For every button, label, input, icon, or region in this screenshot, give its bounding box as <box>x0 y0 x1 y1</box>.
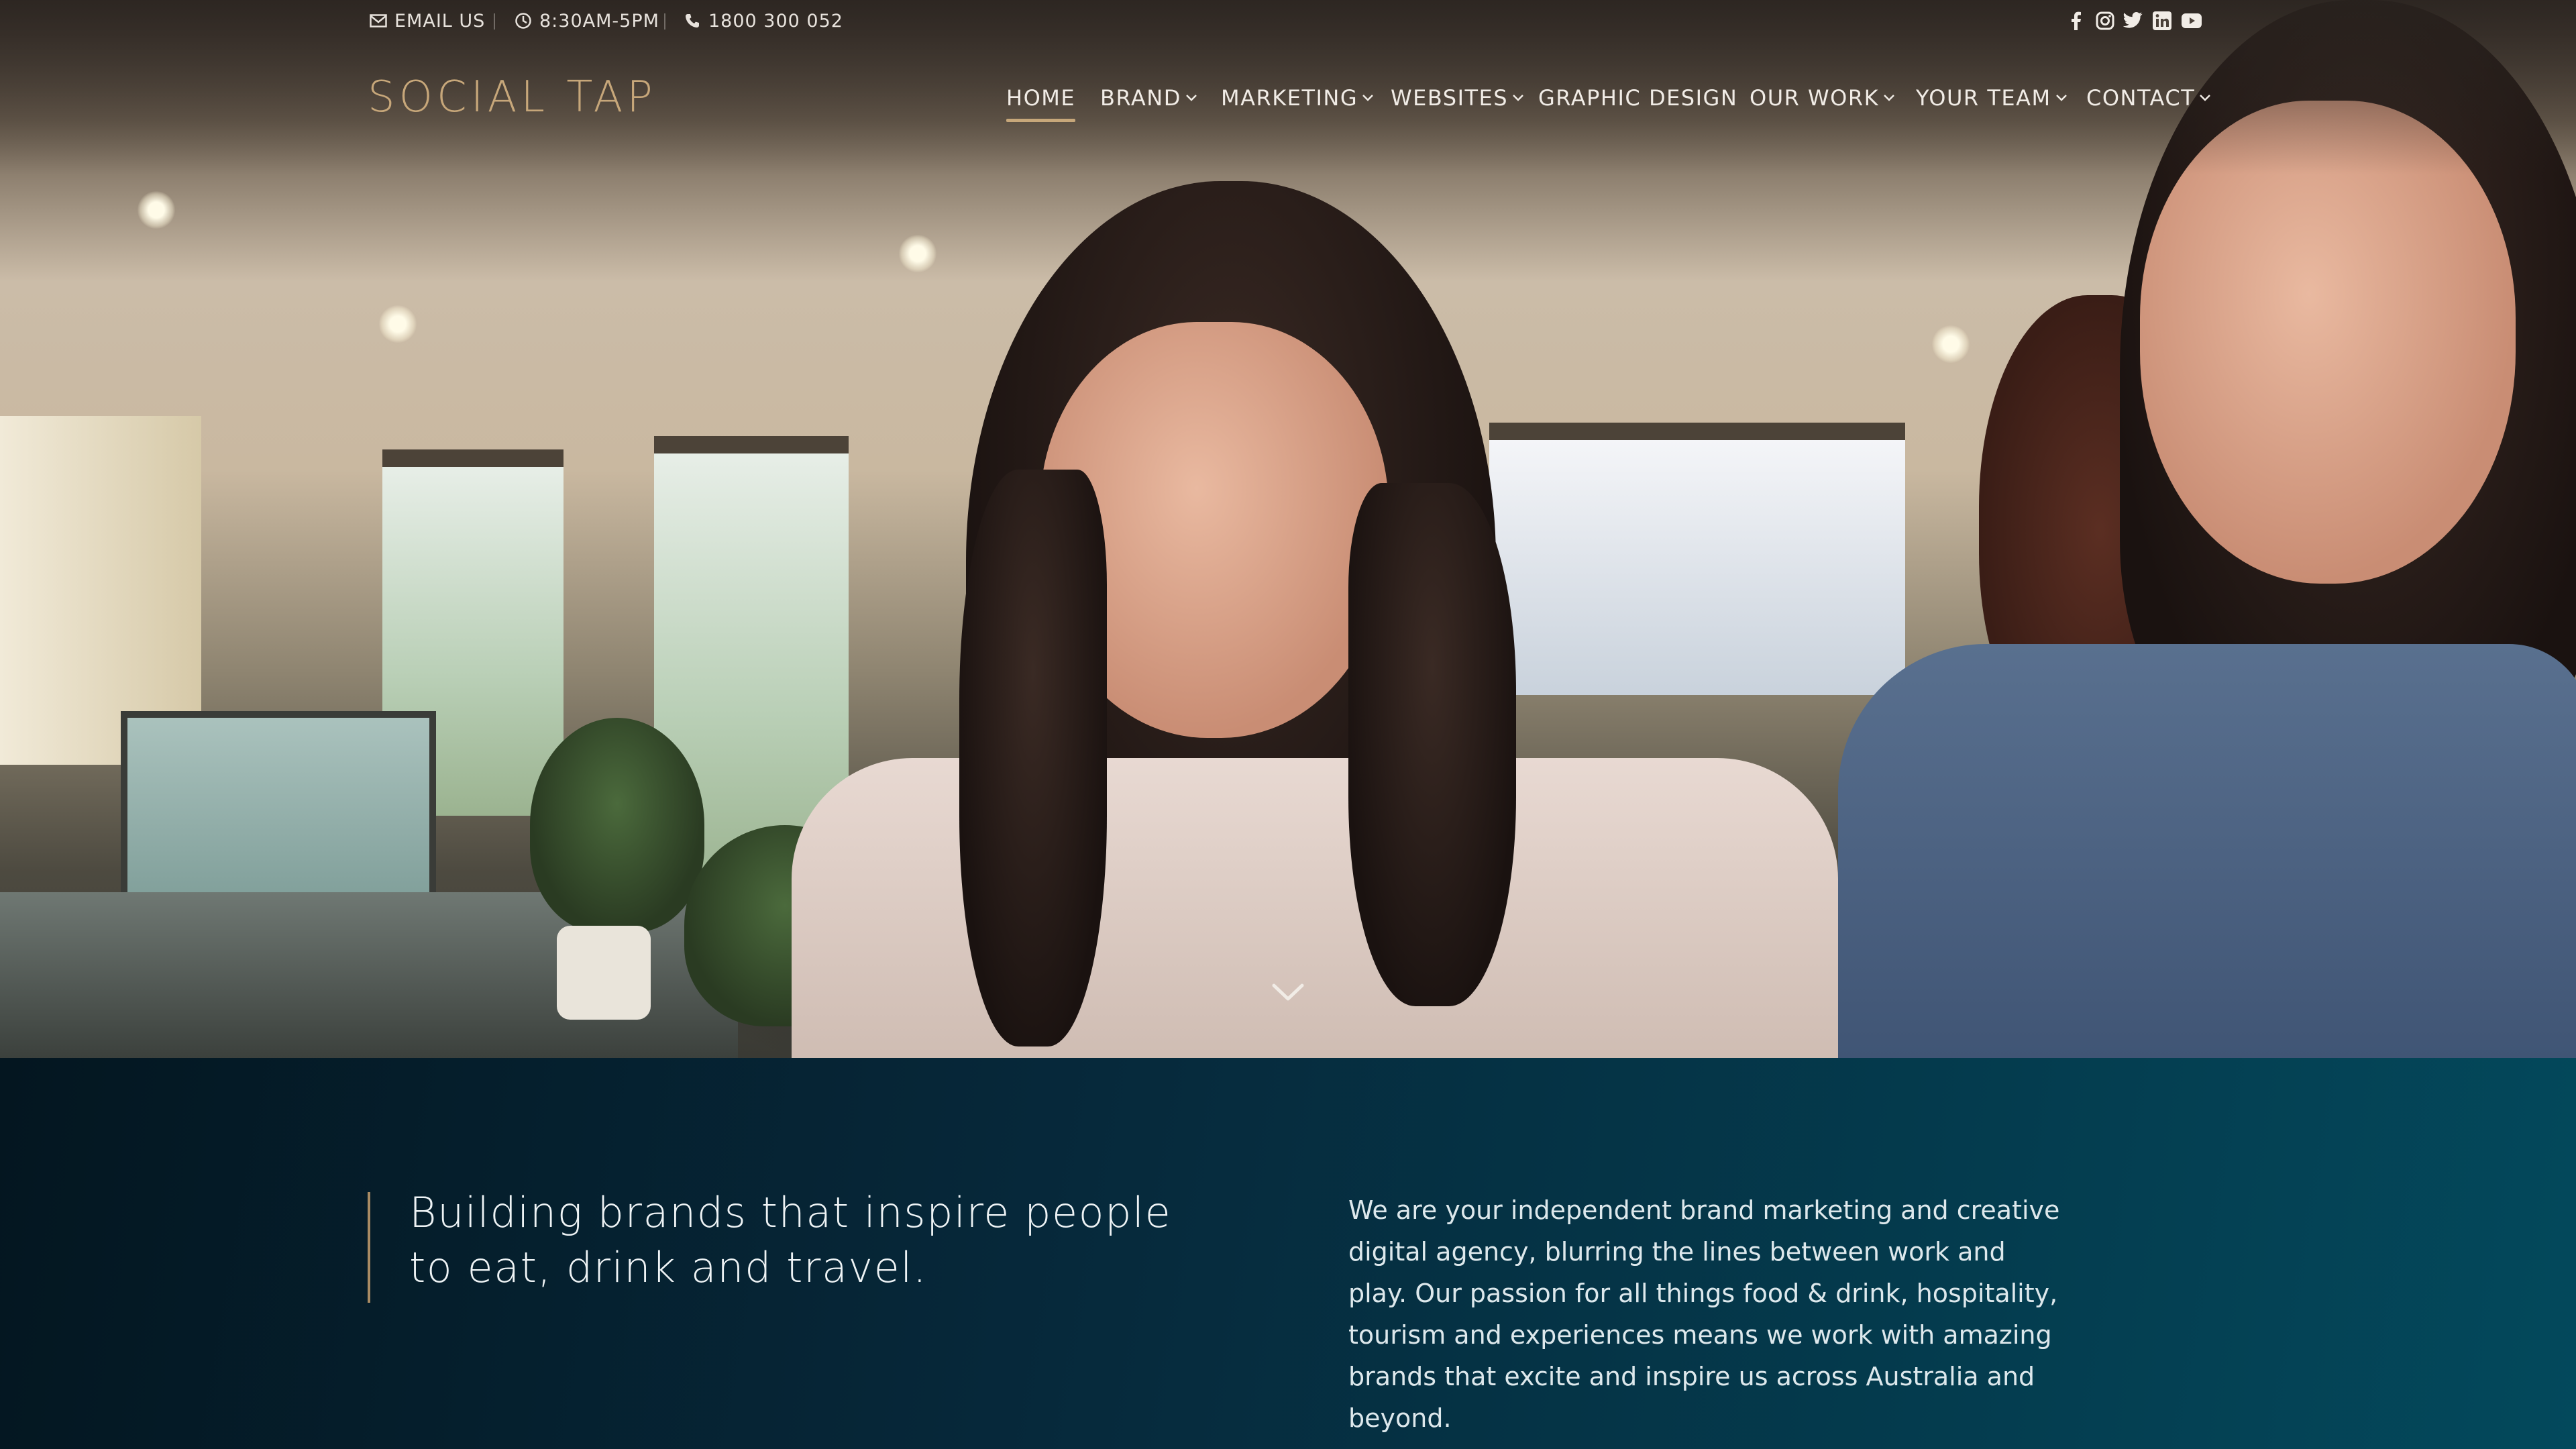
main-nav: HOME BRAND MARKETING WEBSITES GRAPHIC DE… <box>0 79 2576 122</box>
nav-label: MARKETING <box>1221 85 1358 111</box>
nav-label: OUR WORK <box>1750 85 1880 111</box>
nav-item-websites[interactable]: WEBSITES <box>1391 79 1524 117</box>
nav-item-home[interactable]: HOME <box>1006 79 1076 122</box>
instagram-icon[interactable] <box>2095 11 2115 31</box>
ceiling-light <box>899 235 936 272</box>
ceiling-light <box>379 305 417 343</box>
person-hair-strand <box>959 470 1107 1046</box>
nav-label: YOUR TEAM <box>1916 85 2051 111</box>
clock-icon <box>514 11 533 30</box>
nav-item-marketing[interactable]: MARKETING <box>1221 79 1374 117</box>
plant <box>530 718 704 932</box>
nav-item-brand[interactable]: BRAND <box>1100 79 1197 117</box>
nav-item-our-work[interactable]: OUR WORK <box>1750 79 1895 117</box>
chevron-down-icon <box>1272 983 1304 1001</box>
hours-item: 8:30AM-5PM <box>514 0 659 42</box>
window <box>1489 423 1905 695</box>
hours-label: 8:30AM-5PM <box>539 10 659 32</box>
email-label: EMAIL US <box>394 10 486 32</box>
nav-item-contact[interactable]: CONTACT <box>2086 79 2211 117</box>
youtube-icon[interactable] <box>2182 11 2202 31</box>
top-contact-bar: EMAIL US 8:30AM-5PM 1800 300 052 <box>369 0 2207 42</box>
person-hair-strand <box>1348 483 1516 1006</box>
nav-label: WEBSITES <box>1391 85 1509 111</box>
nav-label: CONTACT <box>2086 85 2196 111</box>
chevron-down-icon <box>2055 92 2068 104</box>
nav-label: GRAPHIC DESIGN <box>1538 85 1738 111</box>
email-link[interactable]: EMAIL US <box>369 0 485 42</box>
nav-active-indicator <box>1006 119 1076 122</box>
scroll-down-button[interactable] <box>1271 976 1305 1010</box>
desk-monitor <box>121 711 436 912</box>
chevron-down-icon <box>1185 92 1197 104</box>
chevron-down-icon <box>1512 92 1524 104</box>
twitter-icon[interactable] <box>2123 11 2143 31</box>
facebook-icon[interactable] <box>2066 11 2086 31</box>
nav-label: BRAND <box>1100 85 1181 111</box>
chevron-down-icon <box>1362 92 1374 104</box>
phone-label: 1800 300 052 <box>708 10 843 32</box>
person-shirt <box>1838 644 2576 1058</box>
linkedin-icon[interactable] <box>2152 11 2172 31</box>
envelope-icon <box>369 11 388 30</box>
nav-item-graphic-design[interactable]: GRAPHIC DESIGN <box>1538 79 1737 117</box>
intro-paragraph: We are your independent brand marketing … <box>1348 1195 2060 1433</box>
ceiling-light <box>138 191 175 229</box>
intro-section: Building brands that inspire people to e… <box>0 1058 2576 1449</box>
ceiling-light <box>1932 325 1970 363</box>
phone-link[interactable]: 1800 300 052 <box>683 0 843 42</box>
chevron-down-icon <box>2199 92 2211 104</box>
nav-label: HOME <box>1006 85 1076 111</box>
topbar-divider <box>664 13 665 30</box>
phone-icon <box>683 11 702 30</box>
intro-heading: Building brands that inspire people to e… <box>409 1188 1172 1292</box>
chevron-down-icon <box>1883 92 1895 104</box>
plant-pot <box>557 926 651 1020</box>
person-shirt <box>792 758 1838 1058</box>
topbar-divider <box>494 13 495 30</box>
nav-item-your-team[interactable]: YOUR TEAM <box>1916 79 2068 117</box>
hero-video-background <box>0 0 2576 1058</box>
heading-accent-rule <box>368 1192 370 1303</box>
